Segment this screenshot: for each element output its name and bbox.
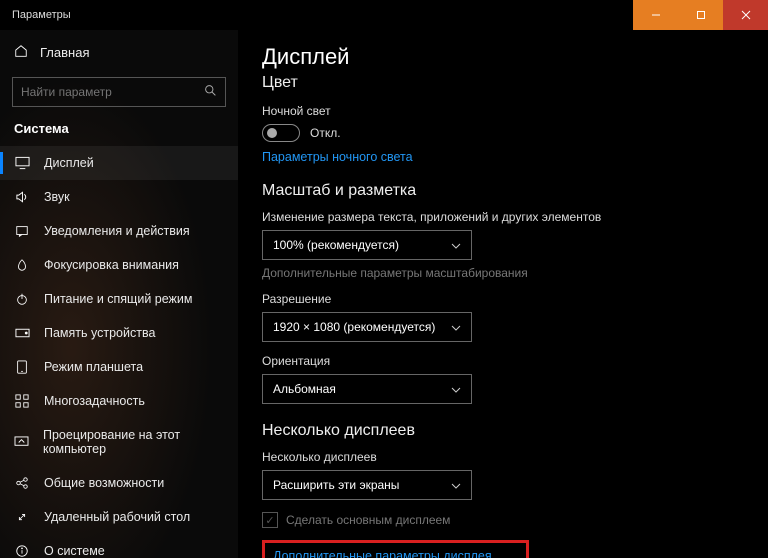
home-link[interactable]: Главная bbox=[0, 36, 238, 69]
window-controls bbox=[633, 0, 768, 30]
orientation-value: Альбомная bbox=[273, 382, 336, 396]
scale-field: Изменение размера текста, приложений и д… bbox=[262, 210, 744, 280]
multi-value: Расширить эти экраны bbox=[273, 478, 399, 492]
projection-icon bbox=[14, 436, 29, 449]
sidebar-item-label: Фокусировка внимания bbox=[44, 258, 179, 272]
sidebar-item-label: Память устройства bbox=[44, 326, 155, 340]
sidebar-item-shared[interactable]: Общие возможности bbox=[0, 466, 238, 500]
multi-section-title: Несколько дисплеев bbox=[262, 422, 744, 440]
chevron-down-icon bbox=[451, 478, 461, 492]
night-light-toggle-row: Откл. bbox=[262, 124, 744, 142]
sidebar-item-storage[interactable]: Память устройства bbox=[0, 316, 238, 350]
resolution-field: Разрешение 1920 × 1080 (рекомендуется) bbox=[262, 292, 744, 342]
sidebar-item-label: Дисплей bbox=[44, 156, 94, 170]
multi-select[interactable]: Расширить эти экраны bbox=[262, 470, 472, 500]
storage-icon bbox=[14, 328, 30, 338]
close-button[interactable] bbox=[723, 0, 768, 30]
focus-icon bbox=[14, 258, 30, 272]
scale-advanced-link[interactable]: Дополнительные параметры масштабирования bbox=[262, 266, 744, 280]
shared-icon bbox=[14, 476, 30, 490]
nav-list: Дисплей Звук Уведомления и действия Фоку… bbox=[0, 146, 238, 558]
home-icon bbox=[14, 44, 28, 61]
resolution-value: 1920 × 1080 (рекомендуется) bbox=[273, 320, 435, 334]
main-panel: Дисплей Цвет Ночной свет Откл. Параметры… bbox=[238, 30, 768, 558]
scale-label: Изменение размера текста, приложений и д… bbox=[262, 210, 744, 224]
sidebar-item-label: Многозадачность bbox=[44, 394, 145, 408]
page-title: Дисплей bbox=[262, 44, 744, 70]
sidebar-item-power[interactable]: Питание и спящий режим bbox=[0, 282, 238, 316]
primary-display-row: ✓ Сделать основным дисплеем bbox=[262, 512, 744, 528]
sidebar-item-about[interactable]: О системе bbox=[0, 534, 238, 558]
sidebar-item-focus[interactable]: Фокусировка внимания bbox=[0, 248, 238, 282]
night-light-toggle[interactable] bbox=[262, 124, 300, 142]
resolution-select[interactable]: 1920 × 1080 (рекомендуется) bbox=[262, 312, 472, 342]
sidebar-item-label: Удаленный рабочий стол bbox=[44, 510, 190, 524]
sidebar-item-label: Общие возможности bbox=[44, 476, 164, 490]
window-title: Параметры bbox=[0, 9, 633, 21]
remote-icon bbox=[14, 510, 30, 524]
notifications-icon bbox=[14, 224, 30, 238]
sidebar-item-label: О системе bbox=[44, 544, 105, 558]
multi-field: Несколько дисплеев Расширить эти экраны bbox=[262, 450, 744, 500]
maximize-button[interactable] bbox=[678, 0, 723, 30]
sidebar-item-remote[interactable]: Удаленный рабочий стол bbox=[0, 500, 238, 534]
night-light-state: Откл. bbox=[310, 126, 341, 140]
night-light-label: Ночной свет bbox=[262, 104, 744, 118]
chevron-down-icon bbox=[451, 382, 461, 396]
chevron-down-icon bbox=[451, 238, 461, 252]
sidebar-item-multitask[interactable]: Многозадачность bbox=[0, 384, 238, 418]
sidebar-item-label: Проецирование на этот компьютер bbox=[43, 428, 224, 456]
advanced-display-link[interactable]: Дополнительные параметры дисплея bbox=[273, 549, 492, 558]
sidebar-item-projection[interactable]: Проецирование на этот компьютер bbox=[0, 418, 238, 466]
search-box[interactable] bbox=[12, 77, 226, 107]
scale-section-title: Масштаб и разметка bbox=[262, 182, 744, 200]
primary-display-label: Сделать основным дисплеем bbox=[286, 513, 450, 527]
sidebar-item-label: Режим планшета bbox=[44, 360, 143, 374]
search-input[interactable] bbox=[21, 85, 204, 99]
multitask-icon bbox=[14, 394, 30, 408]
scale-select[interactable]: 100% (рекомендуется) bbox=[262, 230, 472, 260]
sidebar-item-label: Питание и спящий режим bbox=[44, 292, 192, 306]
multi-label: Несколько дисплеев bbox=[262, 450, 744, 464]
sidebar-item-label: Уведомления и действия bbox=[44, 224, 190, 238]
sidebar-item-display[interactable]: Дисплей bbox=[0, 146, 238, 180]
night-light-settings-link[interactable]: Параметры ночного света bbox=[262, 150, 744, 164]
about-icon bbox=[14, 544, 30, 558]
sidebar-item-tablet[interactable]: Режим планшета bbox=[0, 350, 238, 384]
color-section-title: Цвет bbox=[262, 74, 744, 92]
minimize-button[interactable] bbox=[633, 0, 678, 30]
scale-value: 100% (рекомендуется) bbox=[273, 238, 399, 252]
chevron-down-icon bbox=[451, 320, 461, 334]
sidebar: Главная Система Дисплей Звук Уведомления bbox=[0, 30, 238, 558]
settings-window: Параметры Главная Система Дисплей bbox=[0, 0, 768, 558]
orientation-label: Ориентация bbox=[262, 354, 744, 368]
sidebar-item-label: Звук bbox=[44, 190, 70, 204]
toggle-knob bbox=[267, 128, 277, 138]
orientation-field: Ориентация Альбомная bbox=[262, 354, 744, 404]
titlebar: Параметры bbox=[0, 0, 768, 30]
sidebar-item-notifications[interactable]: Уведомления и действия bbox=[0, 214, 238, 248]
primary-display-checkbox[interactable]: ✓ bbox=[262, 512, 278, 528]
highlighted-link-box: Дополнительные параметры дисплея bbox=[262, 540, 529, 558]
search-icon bbox=[204, 84, 217, 100]
home-label: Главная bbox=[40, 45, 89, 60]
resolution-label: Разрешение bbox=[262, 292, 744, 306]
category-title: Система bbox=[0, 121, 238, 146]
tablet-icon bbox=[14, 360, 30, 374]
sound-icon bbox=[14, 190, 30, 204]
content-area: Главная Система Дисплей Звук Уведомления bbox=[0, 30, 768, 558]
power-icon bbox=[14, 292, 30, 306]
display-icon bbox=[14, 156, 30, 170]
orientation-select[interactable]: Альбомная bbox=[262, 374, 472, 404]
sidebar-item-sound[interactable]: Звук bbox=[0, 180, 238, 214]
